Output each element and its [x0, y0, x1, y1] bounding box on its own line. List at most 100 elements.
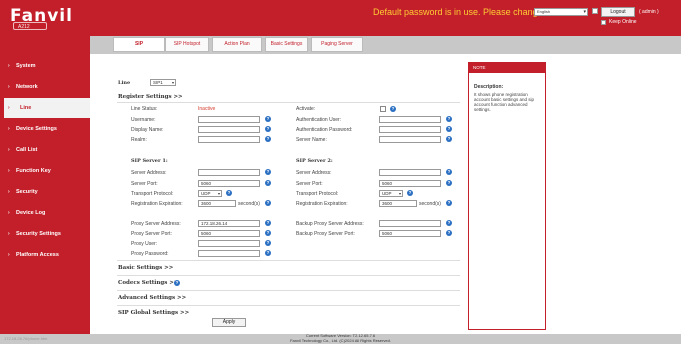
server-name-label: Server Name:	[296, 137, 327, 143]
sidebar-item-security[interactable]: › Security	[0, 182, 90, 202]
tab-sip[interactable]: SIP	[113, 37, 165, 52]
server-name-input[interactable]	[379, 136, 441, 143]
help-icon[interactable]: ?	[407, 190, 413, 196]
chevron-down-icon: ▾	[583, 9, 586, 15]
help-icon[interactable]: ?	[446, 116, 452, 122]
help-icon[interactable]: ?	[446, 126, 452, 132]
help-icon[interactable]: ?	[265, 220, 271, 226]
language-select[interactable]: English ▾	[534, 8, 588, 16]
proxy-port-input[interactable]: 5060	[198, 230, 260, 237]
help-icon[interactable]: ?	[265, 250, 271, 256]
username-input[interactable]	[198, 116, 260, 123]
help-icon[interactable]: ?	[265, 200, 271, 206]
sip2-port-input[interactable]: 5060	[379, 180, 441, 187]
sidebar-item-line[interactable]: › Line	[4, 98, 90, 118]
sip1-address-input[interactable]	[198, 169, 260, 176]
sip2-expiration-label: Registration Expiration:	[296, 201, 348, 207]
register-settings-header[interactable]: Register Settings >>	[118, 94, 183, 100]
sip1-transport-select[interactable]: UDP ▾	[198, 190, 222, 197]
current-user: ( admin )	[639, 9, 659, 15]
sip1-transport-label: Transport Protocol:	[131, 191, 174, 197]
sip1-port-input[interactable]: 5060	[198, 180, 260, 187]
backup-proxy-address-input[interactable]	[379, 220, 441, 227]
sip-global-settings-header[interactable]: SIP Global Settings >>	[118, 310, 189, 316]
help-icon[interactable]: ?	[446, 180, 452, 186]
line-status-value: Inactive	[198, 106, 216, 112]
line-select[interactable]: SIP1 ▾	[150, 79, 176, 86]
display-name-label: Display Name:	[131, 127, 164, 133]
copyright: Fanvil Technology Co., Ltd. (C)2024 All …	[290, 338, 391, 343]
activate-checkbox[interactable]	[380, 106, 386, 112]
note-title: Description:	[474, 84, 504, 90]
proxy-password-input[interactable]	[198, 250, 260, 257]
chevron-right-icon: ›	[8, 231, 10, 237]
sip-server-1-title: SIP Server 1:	[131, 158, 168, 164]
help-icon[interactable]: ?	[174, 280, 180, 286]
help-icon[interactable]: ?	[265, 240, 271, 246]
chevron-right-icon: ›	[8, 147, 10, 153]
divider	[117, 305, 460, 306]
top-header: Fanvil A212 Default password is in use. …	[0, 0, 681, 36]
help-icon[interactable]: ?	[265, 116, 271, 122]
sip2-transport-select[interactable]: UDP ▾	[379, 190, 403, 197]
help-icon[interactable]: ?	[265, 180, 271, 186]
codecs-settings-header[interactable]: Codecs Settings >>	[118, 280, 178, 286]
help-icon[interactable]: ?	[265, 169, 271, 175]
help-icon[interactable]: ?	[446, 200, 452, 206]
help-icon[interactable]: ?	[265, 136, 271, 142]
help-icon[interactable]: ?	[265, 230, 271, 236]
chevron-right-icon: ›	[8, 63, 10, 69]
backup-proxy-port-input[interactable]: 5060	[379, 230, 441, 237]
sip1-expiration-unit: second(s)	[238, 201, 260, 207]
divider	[117, 290, 460, 291]
logout-button[interactable]: Logout	[601, 7, 635, 17]
chevron-right-icon: ›	[8, 168, 10, 174]
chevron-right-icon: ›	[8, 105, 10, 111]
display-name-input[interactable]	[198, 126, 260, 133]
sip1-address-label: Server Address:	[131, 170, 167, 176]
sip2-expiration-input[interactable]: 3600	[379, 200, 417, 207]
proxy-user-input[interactable]	[198, 240, 260, 247]
sip1-expiration-input[interactable]: 3600	[198, 200, 236, 207]
tab-action-plan[interactable]: Action Plan	[212, 37, 262, 52]
sidebar-item-call-list[interactable]: › Call List	[0, 140, 90, 160]
auth-password-input[interactable]	[379, 126, 441, 133]
help-icon[interactable]: ?	[446, 220, 452, 226]
sidebar-item-platform-access[interactable]: › Platform Access	[0, 245, 90, 265]
sip2-address-label: Server Address:	[296, 170, 332, 176]
sidebar-item-device-log[interactable]: › Device Log	[0, 203, 90, 223]
help-icon[interactable]: ?	[446, 169, 452, 175]
sidebar-item-network[interactable]: › Network	[0, 77, 90, 97]
keep-online-checkbox[interactable]	[601, 20, 606, 25]
help-icon[interactable]: ?	[446, 136, 452, 142]
sidebar-item-security-settings[interactable]: › Security Settings	[0, 224, 90, 244]
basic-settings-header[interactable]: Basic Settings >>	[118, 265, 173, 271]
header-checkbox[interactable]	[592, 8, 598, 14]
sidebar: › System › Network › Line › Device Settings …	[0, 36, 90, 334]
tab-basic-settings[interactable]: Basic Settings	[265, 37, 308, 52]
sidebar-item-system[interactable]: › System	[0, 56, 90, 76]
divider	[117, 260, 460, 261]
activate-label: Activate:	[296, 106, 316, 112]
sip1-port-label: Server Port:	[131, 181, 158, 187]
help-icon[interactable]: ?	[446, 230, 452, 236]
sidebar-item-device-settings[interactable]: › Device Settings	[0, 119, 90, 139]
help-icon[interactable]: ?	[226, 190, 232, 196]
username-label: Username:	[131, 117, 156, 123]
default-password-warning[interactable]: Default password is in use. Please chang…	[373, 7, 543, 17]
help-icon[interactable]: ?	[390, 106, 396, 112]
realm-input[interactable]	[198, 136, 260, 143]
tab-sip-hotspot[interactable]: SIP Hotspot	[165, 37, 209, 52]
proxy-address-input[interactable]: 172.18.26.14	[198, 220, 260, 227]
sip2-address-input[interactable]	[379, 169, 441, 176]
help-icon[interactable]: ?	[265, 126, 271, 132]
realm-label: Realm:	[131, 137, 147, 143]
chevron-right-icon: ›	[8, 252, 10, 258]
line-label: Line	[118, 80, 131, 86]
auth-password-label: Authentication Password:	[296, 127, 353, 133]
advanced-settings-header[interactable]: Advanced Settings >>	[118, 295, 186, 301]
sidebar-item-function-key[interactable]: › Function Key	[0, 161, 90, 181]
auth-user-input[interactable]	[379, 116, 441, 123]
apply-button[interactable]: Apply	[212, 318, 246, 327]
tab-paging-server[interactable]: Paging Server	[311, 37, 363, 52]
